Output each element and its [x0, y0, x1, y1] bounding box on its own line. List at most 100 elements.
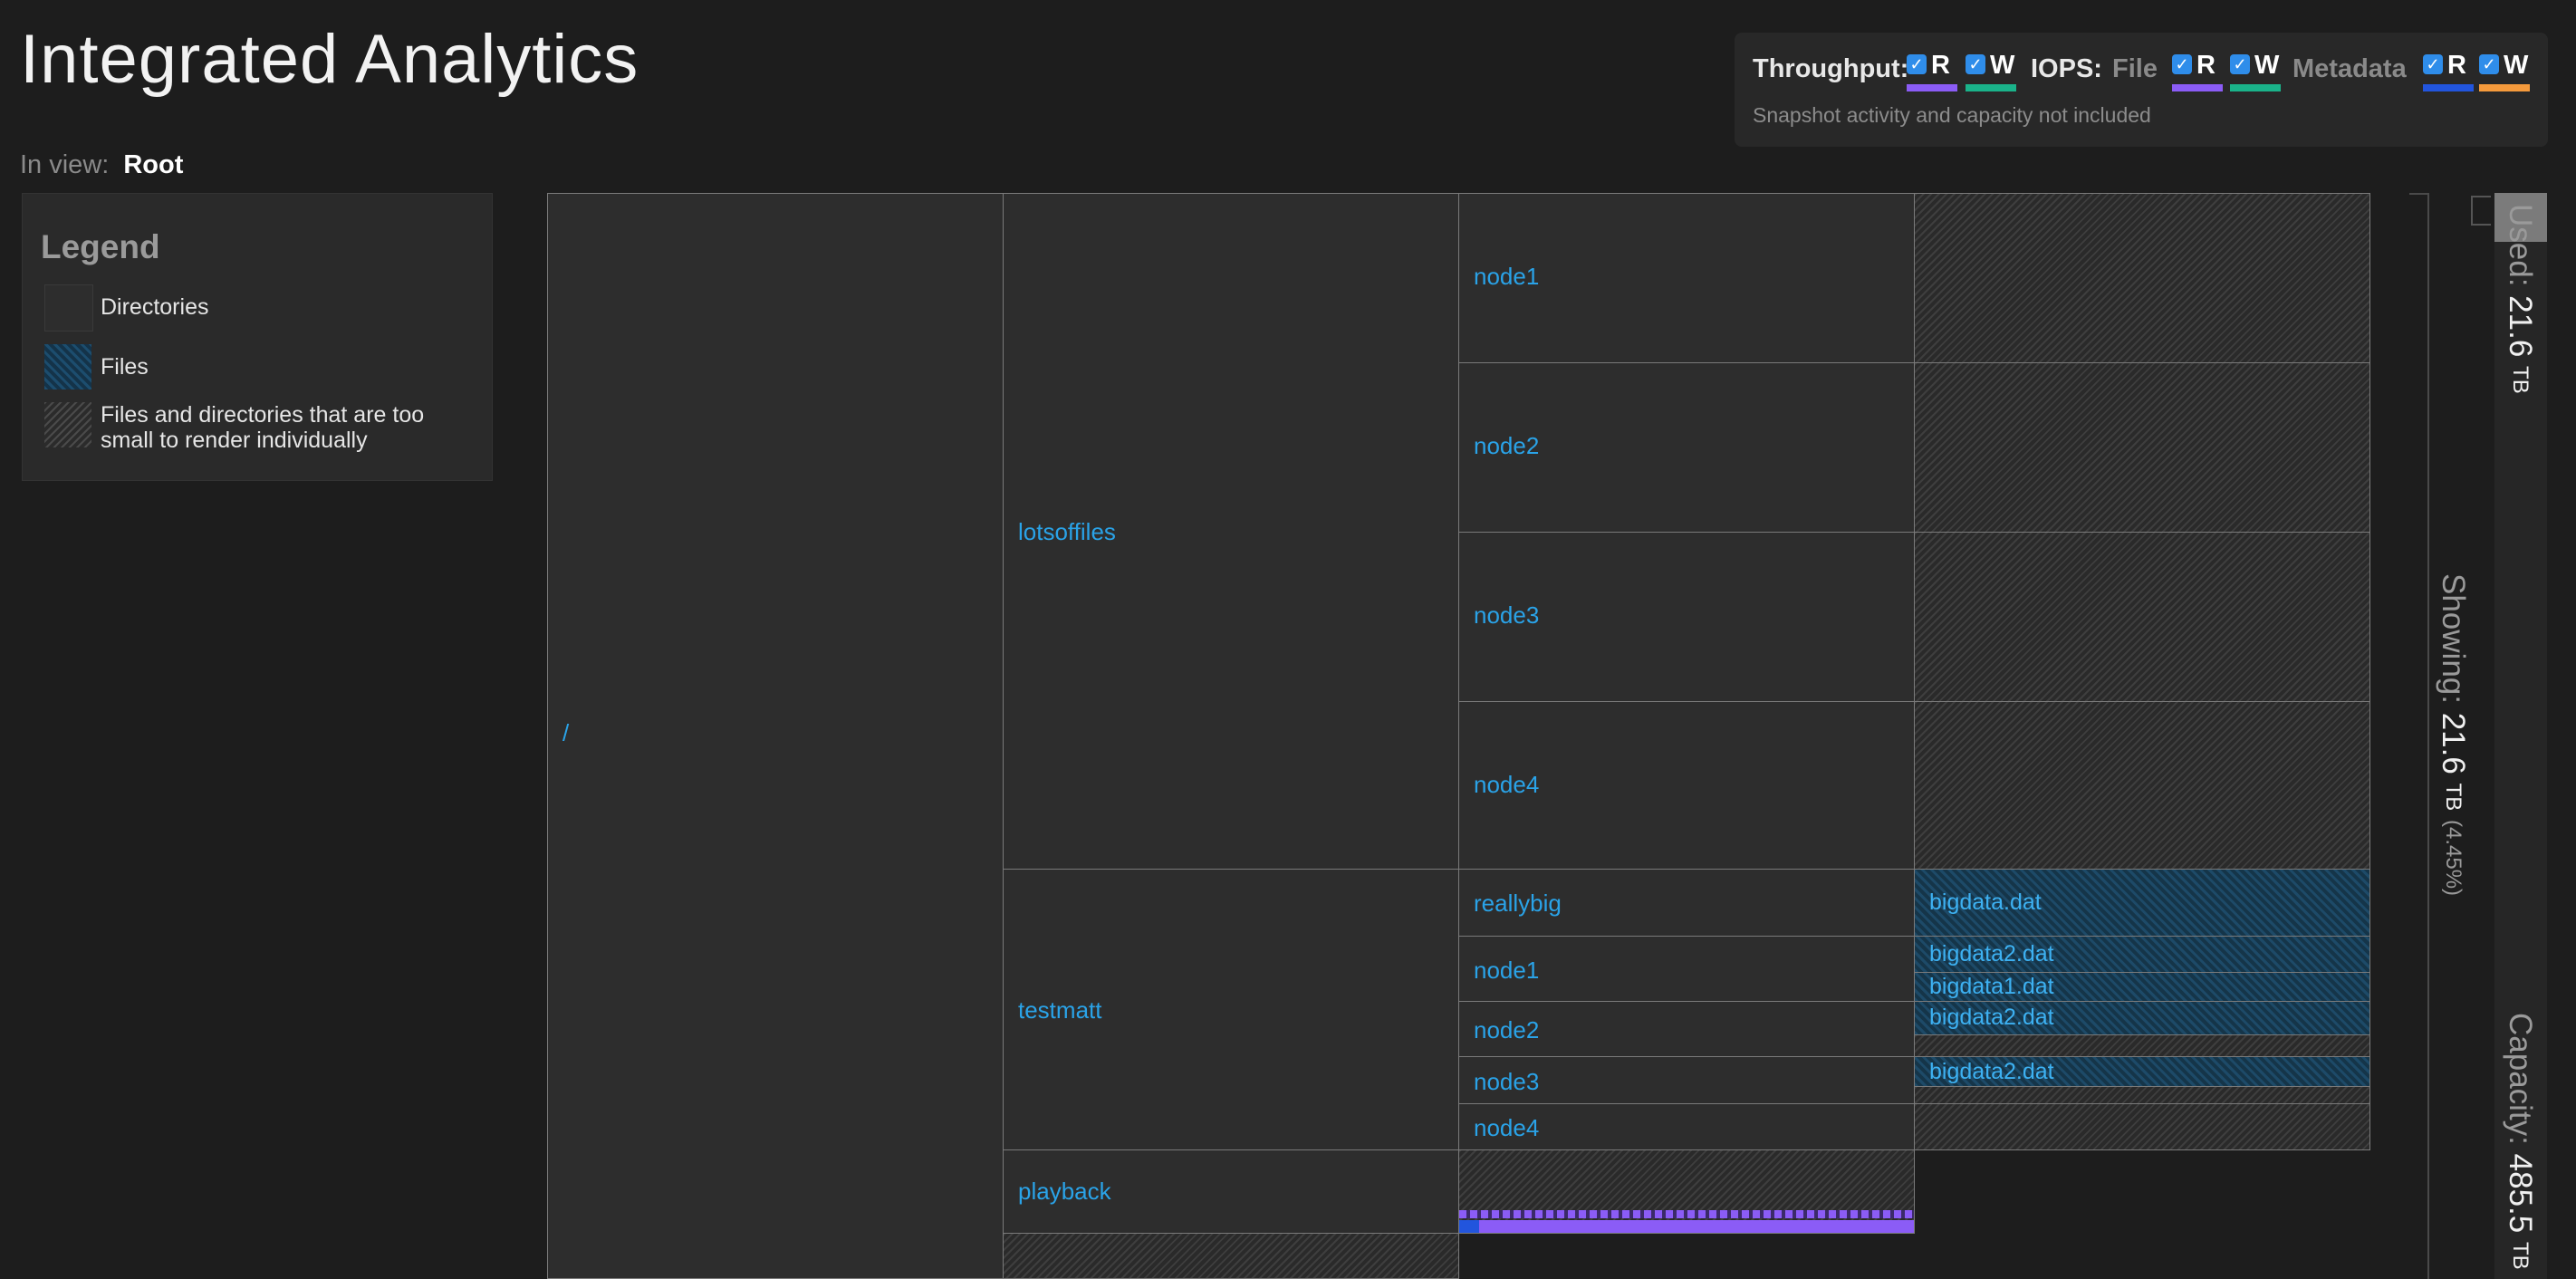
file-label: bigdata2.dat	[1929, 1005, 2054, 1030]
iops-label: IOPS:	[2031, 54, 2102, 83]
legend-panel: Legend Directories Files Files and direc…	[22, 193, 493, 481]
inview-label: In view:	[20, 150, 110, 179]
treemap-small-items	[1914, 193, 2370, 363]
metadata-activity-bar	[1459, 1220, 1479, 1233]
treemap-file[interactable]: bigdata2.dat	[1914, 1056, 2370, 1087]
treemap-dir-testmatt-node2[interactable]: node2	[1458, 1001, 1915, 1057]
throughput-write-checkbox[interactable]: ✓	[1966, 54, 1985, 74]
dir-label-root: /	[562, 719, 570, 746]
treemap-file[interactable]: bigdata1.dat	[1914, 972, 2370, 1002]
breadcrumb: In view: Root	[20, 150, 183, 180]
capacity-treemap: / lotsoffiles testmatt playback node1 no…	[547, 193, 2373, 1279]
iops-file-label: File	[2112, 54, 2158, 83]
dir-label: node3	[1474, 601, 1540, 629]
treemap-small-items	[1914, 532, 2370, 702]
page-title: Integrated Analytics	[20, 21, 639, 98]
throughput-read-checkbox[interactable]: ✓	[1907, 54, 1927, 74]
treemap-dir-lotsoffiles-node4[interactable]: node4	[1458, 701, 1915, 870]
treemap-dir-lotsoffiles[interactable]: lotsoffiles	[1003, 193, 1459, 870]
throughput-write-color-bar	[1966, 84, 2016, 91]
treemap-dir-playback[interactable]: playback	[1003, 1149, 1459, 1234]
showing-label: Showing:	[2436, 573, 2471, 704]
showing-value: 21.6	[2436, 712, 2471, 774]
treemap-file[interactable]: bigdata.dat	[1914, 869, 2370, 937]
treemap-file[interactable]: bigdata2.dat	[1914, 936, 2370, 973]
legend-item-files: Files	[101, 354, 149, 380]
file-read-checkbox[interactable]: ✓	[2172, 54, 2192, 74]
metadata-read-checkbox[interactable]: ✓	[2423, 54, 2443, 74]
treemap-dir-root[interactable]: /	[547, 193, 1004, 1279]
treemap-small-items	[1914, 1034, 2370, 1057]
treemap-dir-lotsoffiles-node1[interactable]: node1	[1458, 193, 1915, 363]
showing-readout: Showing: 21.6 TB (4.45%)	[2435, 573, 2471, 896]
dir-label: node2	[1474, 1016, 1540, 1043]
snapshot-note: Snapshot activity and capacity not inclu…	[1753, 103, 2151, 127]
metadata-write-color-bar	[2479, 84, 2530, 91]
treemap-dir-reallybig[interactable]: reallybig	[1458, 869, 1915, 937]
showing-unit: TB	[2441, 783, 2465, 812]
file-label: bigdata.dat	[1929, 890, 2042, 915]
small-items-swatch-icon	[44, 402, 91, 447]
metadata-write-checkbox[interactable]: ✓	[2479, 54, 2499, 74]
throughput-read-label: R	[1931, 51, 1950, 80]
showing-ruler	[2427, 193, 2429, 1279]
dir-label-lotsoffiles: lotsoffiles	[1018, 518, 1116, 545]
treemap-small-items	[1914, 1086, 2370, 1104]
treemap-file[interactable]: bigdata2.dat	[1914, 1001, 2370, 1035]
treemap-dir-testmatt-node1[interactable]: node1	[1458, 936, 1915, 1002]
dir-label: node1	[1474, 263, 1540, 290]
activity-filter-panel: Throughput: ✓ R ✓ W IOPS: File ✓ R ✓ W M…	[1735, 33, 2548, 147]
treemap-small-items	[1003, 1233, 1459, 1279]
dir-label: node1	[1474, 957, 1540, 984]
used-readout: Used: 21.6 TB	[2502, 204, 2538, 394]
file-label: bigdata2.dat	[1929, 941, 2054, 966]
throughput-write-label: W	[1990, 51, 2015, 80]
file-swatch-icon	[44, 344, 91, 389]
dir-label: reallybig	[1474, 890, 1562, 917]
treemap-dir-lotsoffiles-node3[interactable]: node3	[1458, 532, 1915, 702]
dir-label: node3	[1474, 1068, 1540, 1095]
treemap-dir-testmatt-node4[interactable]: node4	[1458, 1103, 1915, 1150]
used-value: 21.6	[2503, 295, 2538, 358]
file-write-color-bar	[2230, 84, 2281, 91]
ruler-tick	[2409, 193, 2429, 195]
capacity-readout: Capacity: 485.5 TB	[2502, 1013, 2538, 1270]
capacity-unit: TB	[2508, 1241, 2533, 1270]
dir-label: node4	[1474, 1114, 1540, 1141]
legend-item-directories: Directories	[101, 294, 209, 320]
read-activity-bar	[1459, 1210, 1914, 1218]
file-write-label: W	[2254, 51, 2280, 80]
treemap-small-items	[1914, 1103, 2370, 1150]
treemap-dir-testmatt-node3[interactable]: node3	[1458, 1056, 1915, 1104]
throughput-read-color-bar	[1907, 84, 1957, 91]
metadata-write-label: W	[2504, 51, 2529, 80]
dir-label-playback: playback	[1018, 1178, 1111, 1205]
used-label: Used:	[2503, 204, 2538, 287]
directory-swatch-icon	[44, 284, 93, 332]
dir-label: node2	[1474, 432, 1540, 459]
treemap-small-items	[1914, 701, 2370, 870]
used-unit: TB	[2508, 366, 2533, 394]
dir-label-testmatt: testmatt	[1018, 996, 1102, 1024]
treemap-small-items	[1458, 1149, 1915, 1234]
throughput-activity-bar	[1459, 1220, 1914, 1233]
metadata-read-color-bar	[2423, 84, 2474, 91]
legend-item-small: Files and directories that are too small…	[101, 402, 425, 453]
iops-metadata-label: Metadata	[2292, 54, 2407, 83]
metadata-read-label: R	[2447, 51, 2466, 80]
inview-root-link[interactable]: Root	[123, 150, 183, 179]
file-read-color-bar	[2172, 84, 2223, 91]
throughput-label: Throughput:	[1753, 54, 1909, 83]
used-bracket	[2471, 196, 2491, 226]
file-label: bigdata1.dat	[1929, 974, 2054, 999]
treemap-dir-testmatt[interactable]: testmatt	[1003, 869, 1459, 1150]
treemap-small-items	[1914, 362, 2370, 533]
treemap-dir-lotsoffiles-node2[interactable]: node2	[1458, 362, 1915, 533]
file-write-checkbox[interactable]: ✓	[2230, 54, 2250, 74]
capacity-value: 485.5	[2503, 1153, 2538, 1234]
capacity-label: Capacity:	[2503, 1013, 2538, 1145]
file-label: bigdata2.dat	[1929, 1059, 2054, 1084]
dir-label: node4	[1474, 771, 1540, 798]
file-read-label: R	[2196, 51, 2216, 80]
legend-title: Legend	[41, 228, 160, 265]
